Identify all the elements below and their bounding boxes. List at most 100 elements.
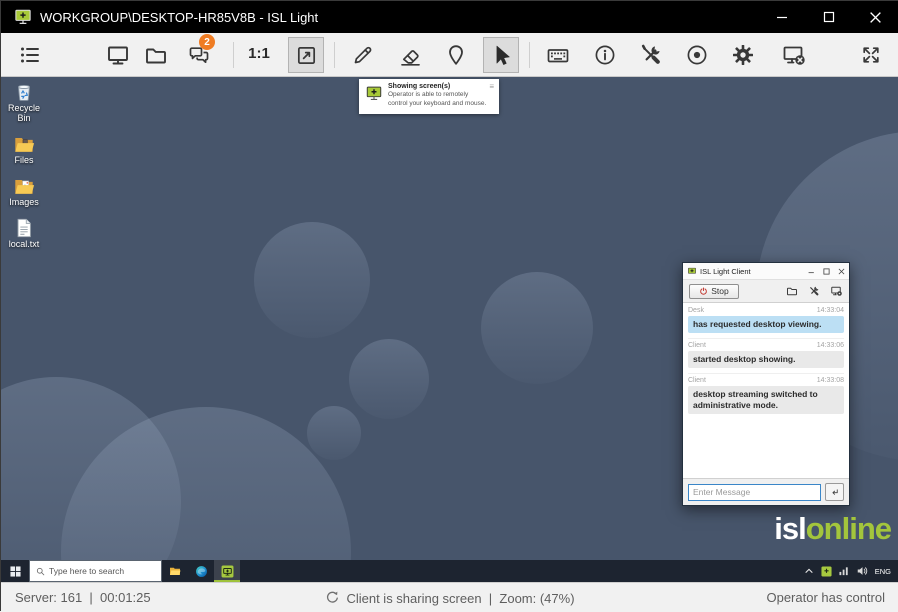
message-time: 14:33:06 <box>817 342 844 349</box>
chat-input-row <box>683 479 849 505</box>
pointer-pin-button[interactable] <box>444 43 468 67</box>
message-text: desktop streaming switched to administra… <box>688 386 844 414</box>
stop-button-label: Stop <box>711 286 729 296</box>
recycle-bin-icon <box>13 81 35 103</box>
maximize-icon <box>823 11 835 23</box>
client-close-icon[interactable] <box>838 268 845 275</box>
disconnect-monitor-icon <box>782 42 806 68</box>
sharing-status: Client is sharing screen | Zoom: (47%) <box>1 590 898 606</box>
close-button[interactable] <box>852 1 898 33</box>
tools-icon <box>639 43 663 67</box>
close-icon <box>869 11 882 24</box>
remote-control-button[interactable] <box>483 37 519 73</box>
tray-network-icon[interactable] <box>839 566 850 576</box>
stop-sharing-button[interactable] <box>782 43 806 67</box>
client-window-title: ISL Light Client <box>700 267 751 276</box>
desktop-icon-recycle-bin[interactable]: Recycle Bin <box>3 81 45 124</box>
desktop-icon-label: Images <box>3 198 45 208</box>
remote-taskbar: Type here to search <box>1 560 898 582</box>
admin-tools-button[interactable] <box>639 43 663 67</box>
desktop-icon-label: local.txt <box>3 240 45 250</box>
client-minimize-icon[interactable] <box>808 268 815 275</box>
desktop-icon-label: Files <box>3 156 45 166</box>
file-transfer-button[interactable] <box>144 43 168 67</box>
toolbar-separator <box>233 42 234 68</box>
images-folder-icon <box>13 175 35 197</box>
client-folder-icon[interactable] <box>786 285 798 297</box>
logo-online: online <box>806 511 891 546</box>
folder-icon <box>144 43 168 67</box>
taskbar-edge-browser[interactable] <box>188 560 214 582</box>
menu-list-icon <box>18 43 42 67</box>
control-status: Operator has control <box>766 590 885 605</box>
isl-light-client-window: ISL Light Client Stop <box>682 262 850 506</box>
client-maximize-icon[interactable] <box>823 268 830 275</box>
chat-message: Client 14:33:06 started desktop showing. <box>688 338 844 368</box>
tooltip-title: Showing screen(s) <box>388 83 489 91</box>
remote-desktop-view[interactable]: Showing screen(s) Operator is able to re… <box>1 77 898 560</box>
desktop-icon-label: Recycle Bin <box>3 104 45 124</box>
edge-browser-icon <box>195 565 208 578</box>
toolbar-separator <box>334 42 335 68</box>
tray-language-indicator[interactable]: ENG <box>875 567 891 576</box>
info-button[interactable] <box>593 43 617 67</box>
pin-icon <box>444 43 468 67</box>
client-desktop-settings-icon[interactable] <box>830 285 843 297</box>
tooltip-menu-icon[interactable]: ≡ <box>489 83 494 110</box>
stop-button[interactable]: Stop <box>689 284 739 299</box>
fullscreen-button[interactable] <box>859 43 883 67</box>
message-sender: Client <box>688 342 706 349</box>
keyboard-button[interactable] <box>546 43 570 67</box>
power-icon <box>699 287 708 296</box>
system-tray: ENG <box>804 560 898 582</box>
desktop-icons: Recycle Bin Files Ima <box>3 81 45 258</box>
scale-1-1-button[interactable]: 1:1 <box>244 45 274 62</box>
search-icon <box>36 567 45 576</box>
fullscreen-icon <box>859 43 883 67</box>
start-button[interactable] <box>1 560 29 582</box>
client-app-icon <box>687 267 697 276</box>
send-message-button[interactable] <box>825 483 844 501</box>
taskbar-search[interactable]: Type here to search <box>29 560 162 582</box>
maximize-button[interactable] <box>805 1 852 33</box>
taskbar-file-explorer[interactable] <box>162 560 188 582</box>
chat-message-input[interactable] <box>688 484 821 501</box>
status-bar: Server: 161 | 00:01:25 Client is sharing… <box>1 582 898 612</box>
client-toolbar: Stop <box>683 280 849 302</box>
message-text: has requested desktop viewing. <box>688 316 844 333</box>
settings-button[interactable] <box>731 43 755 67</box>
message-time: 14:33:04 <box>817 307 844 314</box>
chat-unread-badge: 2 <box>199 34 215 50</box>
tray-chevron-up-icon[interactable] <box>804 567 814 575</box>
sharing-status-text: Client is sharing screen | Zoom: (47%) <box>346 591 574 606</box>
client-title-bar: ISL Light Client <box>683 263 849 280</box>
minimize-button[interactable] <box>758 1 805 33</box>
background-bubble <box>349 339 429 419</box>
chat-message: Desk 14:33:04 has requested desktop view… <box>688 306 844 333</box>
title-bar: WORKGROUP\DESKTOP-HR85V8B - ISL Light <box>1 1 898 33</box>
monitor-select-button[interactable] <box>106 43 130 67</box>
message-sender: Desk <box>688 307 704 314</box>
tray-speaker-icon[interactable] <box>857 566 868 576</box>
record-button[interactable] <box>685 43 709 67</box>
logo-isl: isl <box>774 511 805 546</box>
draw-pen-button[interactable] <box>351 43 375 67</box>
menu-button[interactable] <box>18 43 42 67</box>
client-tools-icon[interactable] <box>808 285 820 297</box>
fit-screen-button[interactable] <box>288 37 324 73</box>
background-bubble <box>254 222 370 338</box>
taskbar-isl-client[interactable] <box>214 560 240 582</box>
record-icon <box>685 43 709 67</box>
chat-message-list: Desk 14:33:04 has requested desktop view… <box>683 302 849 479</box>
eraser-button[interactable] <box>398 43 422 67</box>
keyboard-icon <box>546 43 570 68</box>
file-explorer-icon <box>168 565 182 577</box>
desktop-icon-local-txt[interactable]: local.txt <box>3 217 45 250</box>
sync-icon <box>325 590 340 605</box>
isl-client-icon <box>221 565 234 578</box>
tray-isl-icon[interactable] <box>821 566 832 577</box>
desktop-icon-images[interactable]: Images <box>3 175 45 208</box>
message-text: started desktop showing. <box>688 351 844 368</box>
minimize-icon <box>776 11 788 23</box>
desktop-icon-files[interactable]: Files <box>3 133 45 166</box>
